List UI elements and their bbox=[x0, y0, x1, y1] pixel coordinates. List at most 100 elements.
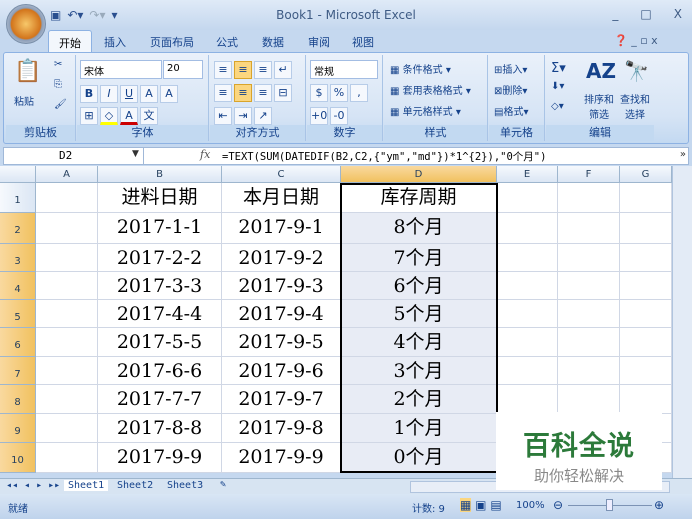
align-middle-icon[interactable]: ≡ bbox=[234, 61, 252, 79]
cell-D4[interactable]: 6个月 bbox=[341, 272, 497, 300]
row-header-10[interactable]: 10 bbox=[0, 443, 36, 473]
cell-C3[interactable]: 2017-9-2 bbox=[222, 244, 341, 272]
cell-F6[interactable] bbox=[558, 328, 620, 357]
minimize-button[interactable]: _ bbox=[612, 7, 618, 21]
format-painter-icon[interactable]: 🖌 bbox=[54, 99, 67, 110]
sheet-tab-2[interactable]: Sheet2 bbox=[117, 480, 153, 491]
decrease-indent-icon[interactable]: ⇤ bbox=[214, 107, 232, 125]
cell-G8[interactable] bbox=[620, 385, 672, 414]
underline-button[interactable]: U bbox=[120, 85, 138, 103]
cell-styles-button[interactable]: ▦ 单元格样式 ▾ bbox=[390, 103, 461, 118]
cell-D7[interactable]: 3个月 bbox=[341, 357, 497, 385]
cell-D8[interactable]: 2个月 bbox=[341, 385, 497, 414]
column-header-G[interactable]: G bbox=[620, 166, 672, 183]
normal-view-icon[interactable]: ▦ bbox=[460, 498, 472, 512]
close-button[interactable]: X bbox=[674, 7, 682, 21]
cell-C10[interactable]: 2017-9-9 bbox=[222, 443, 341, 473]
name-box-dropdown-icon[interactable]: ▼ bbox=[132, 149, 139, 159]
redo-icon[interactable]: ↷▾ bbox=[89, 8, 105, 22]
cell-E2[interactable] bbox=[497, 213, 558, 244]
italic-button[interactable]: I bbox=[100, 85, 118, 103]
office-button[interactable] bbox=[6, 4, 46, 44]
insert-cells-button[interactable]: ⊞插入▾ bbox=[494, 61, 527, 76]
cell-A2[interactable] bbox=[36, 213, 98, 244]
currency-icon[interactable]: $ bbox=[310, 84, 328, 102]
sheet-tab-1[interactable]: Sheet1 bbox=[64, 480, 109, 491]
copy-icon[interactable]: ⎘ bbox=[54, 79, 62, 90]
cell-B5[interactable]: 2017-4-4 bbox=[98, 300, 222, 328]
font-name-select[interactable]: 宋体 bbox=[80, 60, 162, 79]
tab-insert[interactable]: 插入 bbox=[104, 34, 126, 50]
column-header-F[interactable]: F bbox=[558, 166, 620, 183]
cell-F8[interactable] bbox=[558, 385, 620, 414]
customize-icon[interactable]: ▾ bbox=[112, 8, 118, 22]
cell-A3[interactable] bbox=[36, 244, 98, 272]
cell-B7[interactable]: 2017-6-6 bbox=[98, 357, 222, 385]
cell-G6[interactable] bbox=[620, 328, 672, 357]
column-header-A[interactable]: A bbox=[36, 166, 98, 183]
cell-B10[interactable]: 2017-9-9 bbox=[98, 443, 222, 473]
column-header-E[interactable]: E bbox=[497, 166, 558, 183]
delete-cells-button[interactable]: ⊠删除▾ bbox=[494, 82, 527, 97]
fill-icon[interactable]: ⬇▾ bbox=[551, 81, 564, 92]
wrap-text-icon[interactable]: ↵ bbox=[274, 61, 292, 79]
cell-C1[interactable]: 本月日期 bbox=[222, 183, 341, 213]
cell-B6[interactable]: 2017-5-5 bbox=[98, 328, 222, 357]
cell-C8[interactable]: 2017-9-7 bbox=[222, 385, 341, 414]
cell-D1[interactable]: 库存周期 bbox=[341, 183, 497, 213]
merge-icon[interactable]: ⊟ bbox=[274, 84, 292, 102]
cell-B2[interactable]: 2017-1-1 bbox=[98, 213, 222, 244]
tab-home[interactable]: 开始 bbox=[48, 30, 92, 53]
cell-G1[interactable] bbox=[620, 183, 672, 213]
cell-A4[interactable] bbox=[36, 272, 98, 300]
cell-A8[interactable] bbox=[36, 385, 98, 414]
cell-A1[interactable] bbox=[36, 183, 98, 213]
format-as-table-button[interactable]: ▦ 套用表格格式 ▾ bbox=[390, 82, 471, 97]
cell-B4[interactable]: 2017-3-3 bbox=[98, 272, 222, 300]
align-top-icon[interactable]: ≡ bbox=[214, 61, 232, 79]
align-right-icon[interactable]: ≡ bbox=[254, 84, 272, 102]
page-layout-view-icon[interactable]: ▣ bbox=[475, 498, 486, 512]
cell-D3[interactable]: 7个月 bbox=[341, 244, 497, 272]
orientation-icon[interactable]: ↗ bbox=[254, 107, 272, 125]
zoom-slider-thumb[interactable] bbox=[606, 499, 613, 511]
tab-formulas[interactable]: 公式 bbox=[216, 34, 238, 50]
row-header-1[interactable]: 1 bbox=[0, 183, 36, 213]
row-header-7[interactable]: 7 bbox=[0, 357, 36, 385]
cell-E7[interactable] bbox=[497, 357, 558, 385]
align-bottom-icon[interactable]: ≡ bbox=[254, 61, 272, 79]
cell-B9[interactable]: 2017-8-8 bbox=[98, 414, 222, 443]
row-header-3[interactable]: 3 bbox=[0, 244, 36, 272]
save-icon[interactable]: ▣ bbox=[50, 8, 61, 22]
find-icon[interactable]: 🔭 bbox=[624, 59, 649, 83]
decrease-decimal-icon[interactable]: -0 bbox=[330, 107, 348, 125]
row-header-6[interactable]: 6 bbox=[0, 328, 36, 357]
fill-color-icon[interactable]: ◇ bbox=[100, 107, 118, 125]
undo-icon[interactable]: ↶▾ bbox=[67, 8, 83, 22]
find-select-button[interactable]: 查找和 选择 bbox=[620, 91, 650, 121]
tab-review[interactable]: 审阅 bbox=[308, 34, 330, 50]
cell-F7[interactable] bbox=[558, 357, 620, 385]
align-left-icon[interactable]: ≡ bbox=[214, 84, 232, 102]
cell-C4[interactable]: 2017-9-3 bbox=[222, 272, 341, 300]
font-size-select[interactable]: 20 bbox=[163, 60, 203, 79]
percent-button[interactable]: % bbox=[330, 84, 348, 102]
cell-C2[interactable]: 2017-9-1 bbox=[222, 213, 341, 244]
cell-F3[interactable] bbox=[558, 244, 620, 272]
font-color-icon[interactable]: A bbox=[120, 107, 138, 125]
tab-page-layout[interactable]: 页面布局 bbox=[150, 34, 194, 50]
cell-B8[interactable]: 2017-7-7 bbox=[98, 385, 222, 414]
comma-button[interactable]: , bbox=[350, 84, 368, 102]
cell-E3[interactable] bbox=[497, 244, 558, 272]
number-format-select[interactable]: 常规 bbox=[310, 60, 378, 79]
select-all-corner[interactable] bbox=[0, 166, 36, 183]
row-header-8[interactable]: 8 bbox=[0, 385, 36, 414]
format-cells-button[interactable]: ▤格式▾ bbox=[494, 103, 528, 118]
sort-filter-icon[interactable]: AZ bbox=[586, 59, 616, 83]
row-header-5[interactable]: 5 bbox=[0, 300, 36, 328]
cell-G4[interactable] bbox=[620, 272, 672, 300]
cell-C9[interactable]: 2017-9-8 bbox=[222, 414, 341, 443]
increase-decimal-icon[interactable]: +0 bbox=[310, 107, 328, 125]
sheet-nav-icons[interactable]: ◂◂ ◂ ▸ ▸▸ bbox=[6, 480, 60, 491]
conditional-format-button[interactable]: ▦ 条件格式 ▾ bbox=[390, 61, 451, 76]
